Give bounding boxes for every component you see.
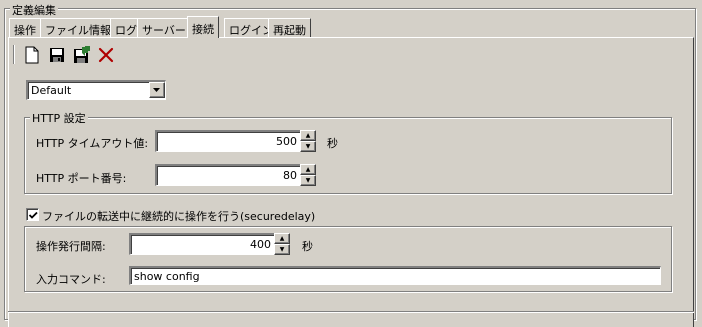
spin-down-icon[interactable]: ▼ — [274, 244, 290, 255]
securedelay-checkbox[interactable] — [26, 208, 39, 221]
interval-label: 操作発行間隔: — [36, 240, 106, 253]
toolbar-grip — [13, 45, 15, 64]
save-as-icon[interactable] — [73, 46, 91, 64]
tab-server[interactable]: サーバー — [137, 18, 191, 37]
tab-file-info[interactable]: ファイル情報 — [40, 18, 116, 37]
http-port-label: HTTP ポート番号: — [36, 172, 127, 185]
new-document-icon[interactable] — [24, 46, 40, 64]
http-port-field[interactable] — [155, 164, 301, 186]
delete-icon[interactable] — [98, 47, 114, 63]
interval-unit: 秒 — [302, 240, 313, 253]
http-settings-group-title: HTTP 設定 — [30, 110, 88, 126]
frame-title: 定義編集 — [10, 2, 58, 18]
http-timeout-label: HTTP タイムアウト値: — [36, 137, 149, 150]
http-timeout-unit: 秒 — [327, 137, 338, 150]
spin-down-icon[interactable]: ▼ — [300, 175, 316, 186]
spin-up-icon[interactable]: ▲ — [300, 164, 316, 175]
command-input[interactable] — [129, 266, 661, 285]
http-port-spinner[interactable]: ▲ ▼ — [300, 164, 316, 186]
http-timeout-field[interactable] — [155, 130, 301, 152]
http-timeout-spinner[interactable]: ▲ ▼ — [300, 130, 316, 152]
save-icon[interactable] — [49, 47, 65, 63]
spin-up-icon[interactable]: ▲ — [300, 130, 316, 141]
interval-field[interactable] — [129, 233, 275, 255]
bottom-divider — [8, 311, 694, 313]
profile-select-value: Default — [31, 84, 72, 97]
command-label: 入力コマンド: — [36, 273, 106, 286]
checkmark-icon — [28, 211, 38, 219]
securedelay-label[interactable]: ファイルの転送中に継続的に操作を行う(securedelay) — [42, 208, 315, 224]
chevron-down-icon — [153, 87, 160, 92]
interval-spinner[interactable]: ▲ ▼ — [274, 233, 290, 255]
spin-up-icon[interactable]: ▲ — [274, 233, 290, 244]
tab-connection[interactable]: 接続 — [187, 16, 219, 38]
profile-select[interactable]: Default — [26, 80, 166, 100]
profile-select-dropdown-button[interactable] — [149, 82, 165, 98]
spin-down-icon[interactable]: ▼ — [300, 141, 316, 152]
tab-operation[interactable]: 操作 — [9, 18, 41, 37]
toolbar — [13, 44, 123, 66]
tab-restart[interactable]: 再起動 — [268, 18, 311, 37]
